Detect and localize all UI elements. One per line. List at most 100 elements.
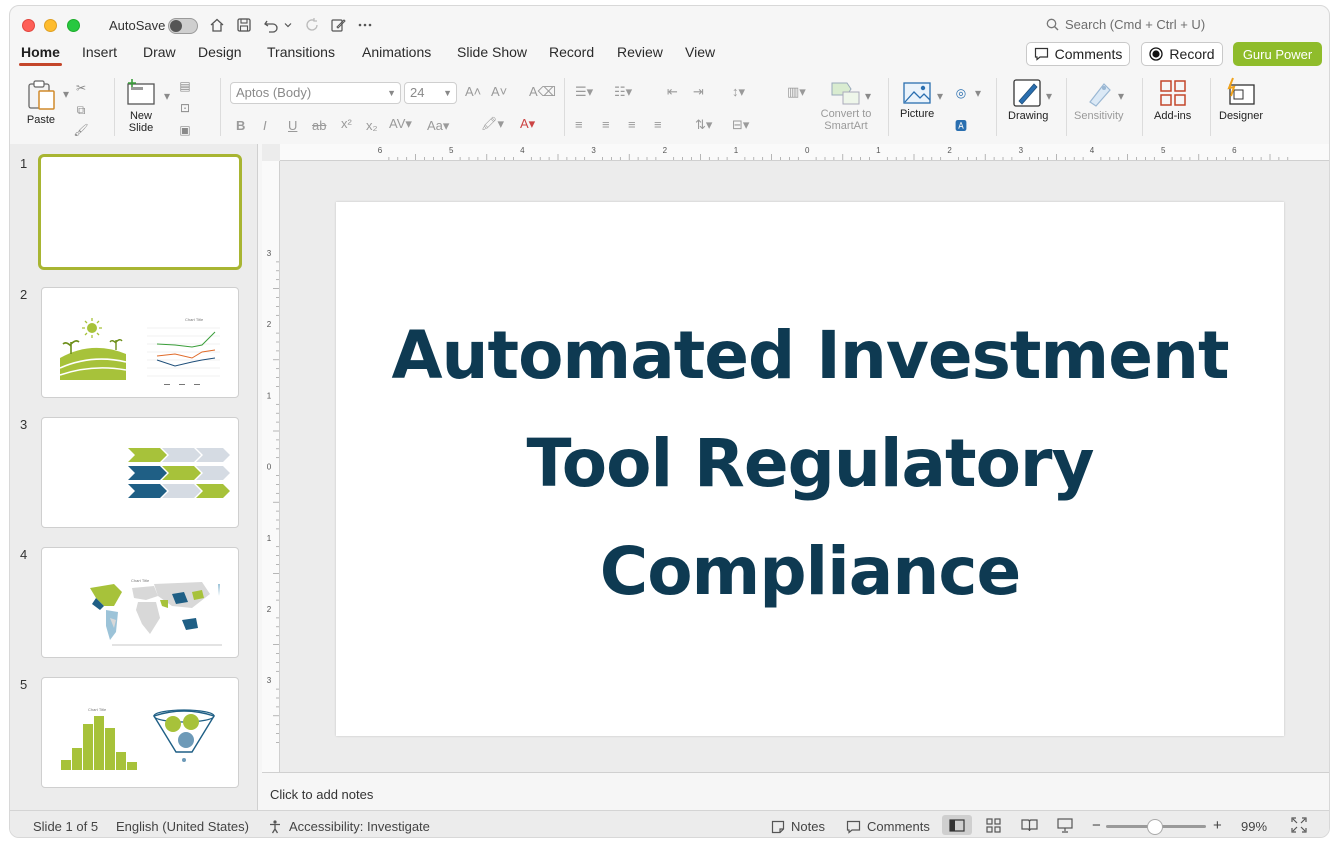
shapes-icon[interactable]: ◎ (953, 85, 969, 101)
edit-icon[interactable] (328, 15, 348, 35)
comment-icon (846, 820, 861, 834)
new-slide-dropdown-icon[interactable]: ▾ (159, 88, 175, 104)
powerpoint-window: AutoSave Search (Cmd + Ctrl + U) Home In… (9, 5, 1330, 838)
zoom-out-button[interactable]: − (1092, 817, 1101, 834)
tab-animations[interactable]: Animations (362, 44, 431, 70)
more-icon[interactable] (355, 15, 375, 35)
font-name-select[interactable]: Aptos (Body) ▼ (230, 82, 401, 104)
slideshow-view-button[interactable] (1050, 815, 1080, 835)
home-icon[interactable] (207, 15, 227, 35)
copy-icon[interactable]: ⧉ (73, 102, 89, 118)
world-map-icon: Chart Title (90, 578, 222, 646)
designer-button[interactable]: Designer (1219, 76, 1263, 122)
close-window-button[interactable] (22, 19, 35, 32)
slide-title[interactable]: Automated Investment Tool Regulatory Com… (336, 302, 1284, 626)
textbox-icon[interactable]: 🅰 (953, 117, 969, 133)
smartart-dropdown-icon[interactable]: ▾ (860, 88, 876, 104)
autosave-toggle[interactable] (168, 18, 198, 34)
zoom-in-button[interactable]: + (1213, 817, 1222, 834)
paste-button[interactable]: Paste (24, 78, 58, 126)
reset-icon[interactable]: ⊡ (177, 100, 193, 116)
cut-icon[interactable]: ✂ (73, 80, 89, 96)
bullets-icon[interactable]: ☰▾ (575, 84, 593, 100)
format-painter-icon[interactable]: 🖌 (73, 122, 89, 138)
undo-dropdown-icon[interactable] (281, 15, 295, 35)
text-direction-icon[interactable]: ⇅▾ (695, 117, 712, 133)
picture-button[interactable]: Picture (900, 80, 934, 120)
increase-indent-icon[interactable]: ⇥ (693, 84, 704, 100)
numbering-icon[interactable]: ☷▾ (614, 84, 632, 100)
font-size-select[interactable]: 24 ▼ (404, 82, 457, 104)
highlight-icon[interactable]: 🖍▾ (481, 116, 504, 132)
tab-insert[interactable]: Insert (82, 44, 117, 70)
reading-view-button[interactable] (1014, 815, 1044, 835)
add-ins-button[interactable]: Add-ins (1154, 78, 1191, 122)
slide-sorter-button[interactable] (978, 815, 1008, 835)
zoom-slider-thumb[interactable] (1147, 819, 1163, 835)
shapes-dropdown-icon[interactable]: ▾ (970, 85, 986, 101)
comments-button[interactable]: Comments (1026, 42, 1130, 66)
subscript-icon[interactable]: x₂ (366, 118, 378, 133)
align-right-icon[interactable]: ≡ (628, 117, 636, 132)
tab-review[interactable]: Review (617, 44, 663, 70)
decrease-font-icon[interactable]: A˅ (491, 84, 507, 99)
increase-font-icon[interactable]: A˄ (465, 84, 481, 99)
guru-power-button[interactable]: Guru Power (1233, 42, 1322, 66)
bold-icon[interactable]: B (236, 118, 245, 133)
zoom-window-button[interactable] (67, 19, 80, 32)
underline-icon[interactable]: U (288, 118, 297, 133)
sensitivity-dropdown-icon[interactable]: ▾ (1113, 88, 1129, 104)
font-color-icon[interactable]: A▾ (520, 116, 535, 132)
paste-dropdown-icon[interactable]: ▾ (58, 86, 74, 102)
slide-thumbnail-3[interactable] (41, 417, 239, 528)
slide-thumbnail-1[interactable] (38, 154, 242, 270)
undo-icon[interactable] (261, 15, 281, 35)
change-case-icon[interactable]: Aa▾ (427, 118, 449, 134)
new-slide-button[interactable]: New Slide (124, 78, 158, 134)
justify-icon[interactable]: ≡ (654, 117, 662, 132)
tab-slide-show[interactable]: Slide Show (457, 44, 527, 70)
tab-draw[interactable]: Draw (143, 44, 176, 70)
strikethrough-icon[interactable]: ab (312, 118, 326, 133)
notes-pane[interactable]: Click to add notes (262, 772, 1329, 810)
align-center-icon[interactable]: ≡ (602, 117, 610, 132)
tab-design[interactable]: Design (198, 44, 242, 70)
decrease-indent-icon[interactable]: ⇤ (667, 84, 678, 100)
align-text-icon[interactable]: ⊟▾ (732, 117, 749, 133)
save-icon[interactable] (234, 15, 254, 35)
title-bar: AutoSave Search (Cmd + Ctrl + U) (10, 6, 1329, 44)
tab-record[interactable]: Record (549, 44, 594, 70)
columns-icon[interactable]: ▥▾ (787, 84, 806, 100)
clear-format-icon[interactable]: A⌫ (529, 84, 556, 100)
slide-canvas[interactable]: Automated Investment Tool Regulatory Com… (336, 202, 1284, 736)
accessibility-status[interactable]: Accessibility: Investigate (268, 819, 430, 834)
section-icon[interactable]: ▣ (177, 122, 193, 138)
fit-slide-button[interactable] (1291, 817, 1307, 833)
slide-thumbnail-4[interactable]: Chart Title (41, 547, 239, 658)
search-box[interactable]: Search (Cmd + Ctrl + U) (1046, 17, 1205, 32)
slide-thumbnail-2[interactable]: Chart Title (41, 287, 239, 398)
tab-transitions[interactable]: Transitions (267, 44, 335, 70)
notes-toggle[interactable]: Notes (771, 819, 825, 834)
superscript-icon[interactable]: x² (341, 116, 352, 131)
presentation-icon (1057, 817, 1073, 833)
normal-view-button[interactable] (942, 815, 972, 835)
record-button[interactable]: Record (1141, 42, 1223, 66)
redo-icon[interactable] (302, 15, 322, 35)
layout-icon[interactable]: ▤ (177, 78, 193, 94)
grid-icon (985, 817, 1001, 833)
comments-toggle[interactable]: Comments (846, 819, 930, 834)
character-spacing-icon[interactable]: AV▾ (389, 116, 412, 132)
minimize-window-button[interactable] (44, 19, 57, 32)
language-status[interactable]: English (United States) (116, 819, 249, 834)
slide-thumbnail-5[interactable]: Chart Title (41, 677, 239, 788)
align-left-icon[interactable]: ≡ (575, 117, 583, 132)
italic-icon[interactable]: I (263, 118, 267, 133)
tab-view[interactable]: View (685, 44, 715, 70)
tab-home[interactable]: Home (19, 44, 62, 70)
ruler-label: 2 (267, 320, 272, 329)
drawing-dropdown-icon[interactable]: ▾ (1041, 88, 1057, 104)
line-spacing-icon[interactable]: ↕▾ (732, 84, 745, 100)
picture-dropdown-icon[interactable]: ▾ (932, 88, 948, 104)
zoom-level[interactable]: 99% (1241, 819, 1267, 834)
